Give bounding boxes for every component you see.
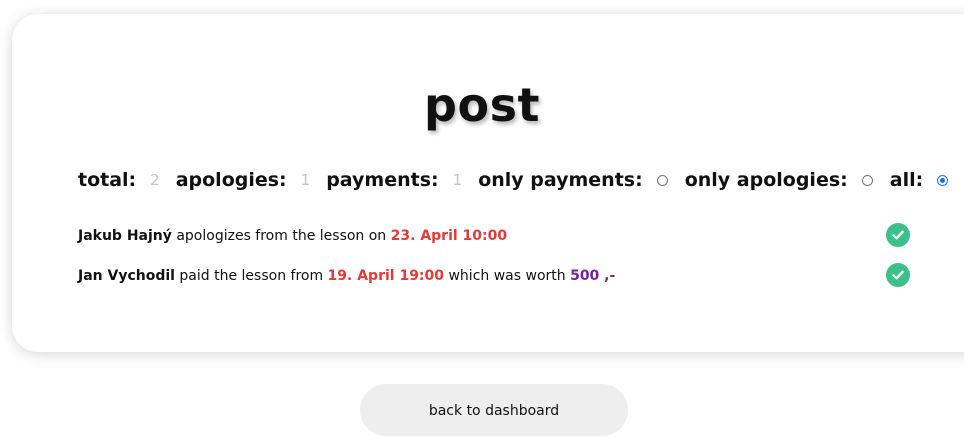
apologies-label: apologies: [175,169,287,191]
stats-bar: total: 2 apologies: 1 payments: 1 only p… [78,166,949,194]
filter-only-payments-label: only payments: [478,169,643,191]
post-date: 23. April 10:00 [390,228,508,244]
filter-only-apologies-label: only apologies: [684,169,848,191]
payments-count: 1 [452,171,463,189]
check-circle-icon [886,223,910,247]
post-date: 19. April 19:00 [327,268,445,284]
post-text: paid the lesson from [174,268,328,284]
filter-all-label: all: [889,169,924,191]
post-author: Jan Vychodil [78,268,175,284]
total-label: total: [78,169,137,191]
payments-label: payments: [326,169,439,191]
apologies-count: 1 [300,171,311,189]
page-title: post [424,78,540,132]
post-text: apologizes from the lesson on [171,228,391,244]
back-to-dashboard-button[interactable]: back to dashboard [360,384,628,436]
filter-all-radio[interactable] [937,174,949,186]
post-row-apology: Jakub Hajný apologizes from the lesson o… [78,225,507,247]
check-circle-icon [886,263,910,287]
post-row-payment: Jan Vychodil paid the lesson from 19. Ap… [78,265,615,287]
post-author: Jakub Hajný [78,228,172,244]
total-count: 2 [150,171,160,189]
filter-only-payments-radio[interactable] [656,174,668,186]
filter-only-apologies-radio[interactable] [861,174,873,186]
post-amount: 500 ,- [570,268,616,284]
post-text-worth: which was worth [444,268,571,284]
